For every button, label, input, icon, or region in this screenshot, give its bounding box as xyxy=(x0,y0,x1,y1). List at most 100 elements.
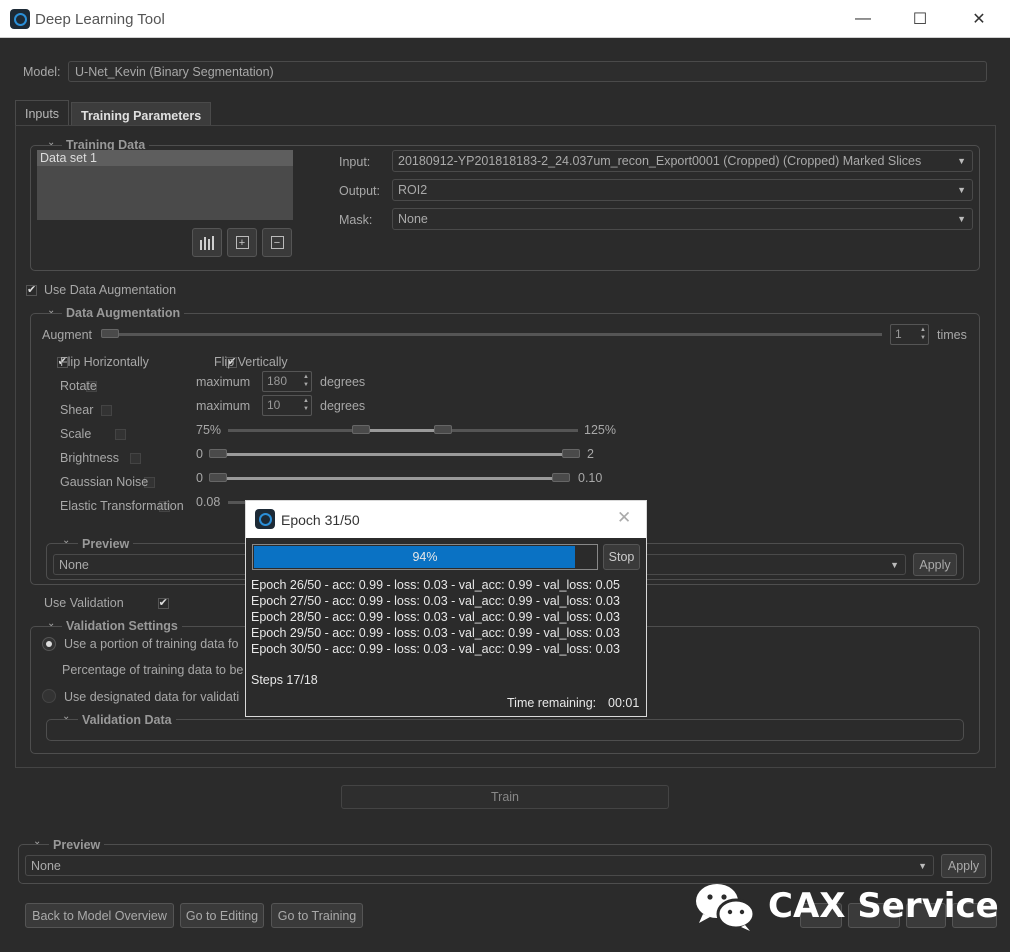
mask-label: Mask: xyxy=(339,213,373,227)
log-line: Epoch 29/50 - acc: 0.99 - loss: 0.03 - v… xyxy=(251,626,620,640)
brightness-checkbox[interactable] xyxy=(129,453,141,464)
radio-dot-icon xyxy=(46,641,52,647)
designated-radio[interactable] xyxy=(42,689,56,703)
flip-vertical-label: Flip Vertically xyxy=(214,355,288,369)
flip-horizontal-label: Flip Horizontally xyxy=(60,355,149,369)
mask-select[interactable]: None ▼ xyxy=(392,208,973,230)
tab-training-parameters[interactable]: Training Parameters xyxy=(71,102,212,126)
back-to-model-overview-button[interactable]: Back to Model Overview xyxy=(25,903,174,928)
close-button[interactable]: ✕ xyxy=(956,0,1002,38)
brightness-max: 2 xyxy=(587,447,594,461)
preview-select[interactable]: None ▼ xyxy=(25,855,934,876)
use-augmentation-label: Use Data Augmentation xyxy=(44,283,177,297)
spin-arrows-icon[interactable]: ▲ ▼ xyxy=(920,326,926,342)
noise-slider-handle-min[interactable] xyxy=(209,473,227,482)
portion-radio[interactable] xyxy=(42,637,56,651)
scale-slider-range xyxy=(360,429,442,432)
scale-max: 125% xyxy=(584,423,616,437)
rotate-value: 180 xyxy=(267,374,288,388)
training-log: Epoch 26/50 - acc: 0.99 - loss: 0.03 - v… xyxy=(251,577,620,657)
go-to-training-button[interactable]: Go to Training xyxy=(271,903,363,928)
validation-data-title: Validation Data xyxy=(78,713,176,727)
scale-slider-handle-max[interactable] xyxy=(434,425,452,434)
log-line: Epoch 30/50 - acc: 0.99 - loss: 0.03 - v… xyxy=(251,642,620,656)
collapse-arrow-icon[interactable]: ⌄ xyxy=(47,305,55,316)
augment-slider-track[interactable] xyxy=(102,333,882,336)
time-remaining-label: Time remaining: xyxy=(507,696,597,710)
dataset-list[interactable]: Data set 1 xyxy=(37,150,293,220)
noise-slider-handle-max[interactable] xyxy=(552,473,570,482)
input-label: Input: xyxy=(339,155,371,169)
tab-inputs[interactable]: Inputs xyxy=(15,100,70,126)
rotate-unit: degrees xyxy=(320,375,366,389)
maximize-button[interactable]: ☐ xyxy=(897,0,943,38)
chevron-down-icon: ▼ xyxy=(918,861,927,871)
rotate-spinbox[interactable]: 180 ▲ ▼ xyxy=(262,371,312,392)
percentage-label: Percentage of training data to be xyxy=(62,663,244,677)
shear-max-label: maximum xyxy=(196,399,251,413)
augment-spinbox[interactable]: 1 ▲ ▼ xyxy=(890,324,929,345)
model-label: Model: xyxy=(23,65,61,79)
model-field[interactable]: U-Net_Kevin (Binary Segmentation) xyxy=(68,61,987,82)
log-line: Epoch 26/50 - acc: 0.99 - loss: 0.03 - v… xyxy=(251,578,620,592)
brightness-slider-handle-min[interactable] xyxy=(209,449,227,458)
scale-label: Scale xyxy=(60,427,92,441)
log-line: Epoch 28/50 - acc: 0.99 - loss: 0.03 - v… xyxy=(251,610,620,624)
chevron-down-icon: ▼ xyxy=(890,560,899,570)
brightness-label: Brightness xyxy=(60,451,120,465)
validation-data-group xyxy=(46,719,964,741)
watermark-text: CAX Service xyxy=(768,886,999,926)
augment-label: Augment xyxy=(42,328,93,342)
augment-slider-handle[interactable] xyxy=(101,329,119,338)
plus-icon: + xyxy=(235,236,249,249)
collapse-arrow-icon[interactable]: ⌄ xyxy=(62,535,70,546)
brightness-slider-handle-max[interactable] xyxy=(562,449,580,458)
mask-select-value: None xyxy=(398,212,428,226)
shear-unit: degrees xyxy=(320,399,366,413)
use-validation-checkbox[interactable] xyxy=(157,596,169,609)
add-dataset-button[interactable]: + xyxy=(227,228,257,257)
preview-apply-button[interactable]: Apply xyxy=(941,854,986,878)
brightness-min: 0 xyxy=(196,447,203,461)
scale-slider-handle-min[interactable] xyxy=(352,425,370,434)
steps-text: Steps 17/18 xyxy=(251,673,318,687)
collapse-arrow-icon[interactable]: ⌄ xyxy=(47,618,55,629)
noise-min: 0 xyxy=(196,471,203,485)
remove-dataset-button[interactable]: − xyxy=(262,228,292,257)
scale-min: 75% xyxy=(196,423,222,437)
chevron-down-icon: ▼ xyxy=(957,156,966,166)
output-select[interactable]: ROI2 ▼ xyxy=(392,179,973,201)
noise-slider-track[interactable] xyxy=(210,477,570,480)
minimize-button[interactable]: — xyxy=(840,0,886,38)
shear-checkbox[interactable] xyxy=(100,405,112,416)
list-item[interactable]: Data set 1 xyxy=(37,150,293,166)
designated-label: Use designated data for validati xyxy=(64,690,240,704)
dialog-close-icon[interactable]: ✕ xyxy=(617,508,631,528)
dialog-title-bar: Epoch 31/50 ✕ xyxy=(246,501,646,538)
collapse-arrow-icon[interactable]: ⌄ xyxy=(62,711,70,722)
shear-spinbox[interactable]: 10 ▲ ▼ xyxy=(262,395,312,416)
stop-button[interactable]: Stop xyxy=(603,544,640,570)
augmentation-apply-button[interactable]: Apply xyxy=(913,553,957,576)
augmentation-preview-title: Preview xyxy=(78,537,134,551)
train-button[interactable]: Train xyxy=(341,785,669,809)
input-select[interactable]: 20180912-YP201818183-2_24.037um_recon_Ex… xyxy=(392,150,973,172)
use-augmentation-checkbox[interactable] xyxy=(26,283,37,296)
gaussian-noise-label: Gaussian Noise xyxy=(60,475,149,489)
elastic-min: 0.08 xyxy=(196,495,221,509)
brightness-slider-track[interactable] xyxy=(210,453,580,456)
scale-checkbox[interactable] xyxy=(115,429,127,440)
validation-title: Validation Settings xyxy=(62,619,182,633)
collapse-arrow-icon[interactable]: ⌄ xyxy=(33,836,41,847)
progress-bar: 94% xyxy=(252,544,598,570)
elastic-label: Elastic Transformation xyxy=(60,499,184,513)
histogram-button[interactable] xyxy=(192,228,222,257)
augmentation-preview-value: None xyxy=(59,558,89,572)
bar-chart-icon xyxy=(200,235,214,250)
progress-percent: 94% xyxy=(412,550,438,564)
go-to-editing-button[interactable]: Go to Editing xyxy=(180,903,264,928)
use-validation-label: Use Validation xyxy=(44,596,124,610)
collapse-arrow-icon[interactable]: ⌄ xyxy=(47,137,55,148)
spin-arrows-icon[interactable]: ▲ ▼ xyxy=(303,397,309,413)
spin-arrows-icon[interactable]: ▲ ▼ xyxy=(303,373,309,389)
